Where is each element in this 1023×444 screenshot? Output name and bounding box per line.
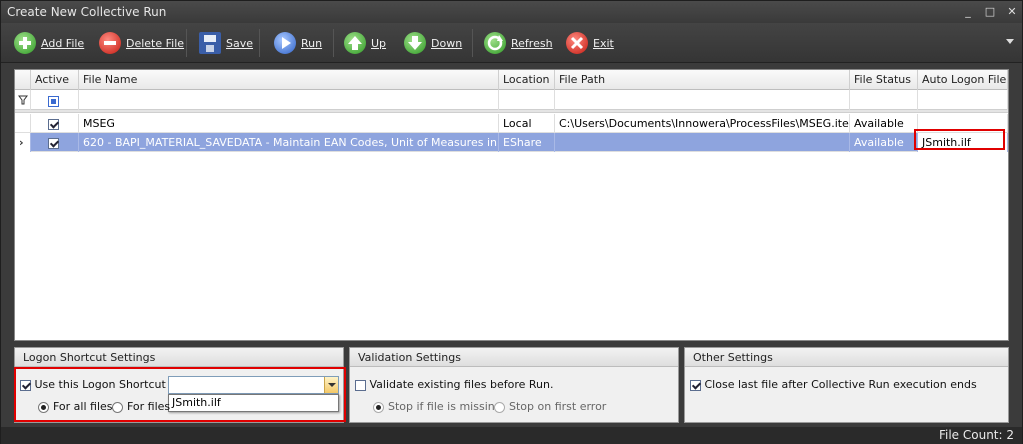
floppy-disk-icon bbox=[199, 32, 221, 54]
exit-button[interactable]: Exit bbox=[566, 30, 614, 56]
filter-icon[interactable] bbox=[15, 90, 31, 110]
row-location: Local bbox=[499, 114, 555, 133]
radio-stop-error-button[interactable] bbox=[494, 401, 505, 413]
close-window-button[interactable]: ✕ bbox=[1001, 1, 1023, 23]
highlight-logon-settings bbox=[14, 367, 346, 422]
up-label: Up bbox=[371, 36, 387, 50]
window-title: Create New Collective Run bbox=[7, 5, 167, 19]
col-header-location[interactable]: Location bbox=[499, 70, 555, 90]
table-row[interactable]: MSEG Local C:\Users\Documents\Innowera\P… bbox=[15, 114, 1008, 133]
validate-option[interactable]: Validate existing files before Run. bbox=[355, 378, 553, 391]
delete-icon bbox=[99, 32, 121, 54]
down-label: Down bbox=[431, 36, 463, 50]
radio-stop-missing[interactable]: Stop if file is missing bbox=[373, 400, 502, 413]
run-button[interactable]: Run bbox=[274, 30, 322, 56]
filter-location[interactable] bbox=[499, 90, 555, 110]
title-bar: Create New Collective Run bbox=[1, 1, 1022, 23]
col-header-active[interactable]: Active bbox=[31, 70, 79, 90]
toolbar: Add File Delete File Save Run Up Down Re… bbox=[1, 23, 1022, 63]
arrow-down-icon bbox=[404, 32, 426, 54]
grid-header: Active File Name Location File Path File… bbox=[15, 70, 1008, 90]
refresh-icon bbox=[484, 32, 506, 54]
close-last-file-label: Close last file after Collective Run exe… bbox=[704, 378, 977, 391]
row-file-name: MSEG bbox=[79, 114, 499, 133]
minimize-button[interactable]: _ bbox=[957, 1, 979, 23]
status-bar: File Count: 2 bbox=[1, 427, 1022, 444]
save-button[interactable]: Save bbox=[199, 30, 253, 56]
row-file-status: Available bbox=[850, 133, 918, 152]
up-button[interactable]: Up bbox=[344, 30, 386, 56]
refresh-label: Refresh bbox=[511, 36, 553, 50]
play-icon bbox=[274, 32, 296, 54]
col-header-file-name[interactable]: File Name bbox=[79, 70, 499, 90]
add-file-button[interactable]: Add File bbox=[14, 30, 84, 56]
toolbar-overflow-icon[interactable] bbox=[1006, 39, 1014, 44]
validate-checkbox[interactable] bbox=[355, 379, 366, 391]
close-last-file-option[interactable]: Close last file after Collective Run exe… bbox=[690, 378, 977, 391]
delete-file-label: Delete File bbox=[126, 36, 185, 50]
radio-stop-missing-label: Stop if file is missing bbox=[388, 400, 502, 413]
row-file-name: 620 - BAPI_MATERIAL_SAVEDATA - Maintain … bbox=[79, 133, 499, 152]
col-header-auto-logon-file[interactable]: Auto Logon File bbox=[918, 70, 1008, 90]
add-icon bbox=[14, 32, 36, 54]
table-row-selected[interactable]: › 620 - BAPI_MATERIAL_SAVEDATA - Maintai… bbox=[15, 133, 1008, 152]
maximize-button[interactable]: □ bbox=[979, 1, 1001, 23]
filter-file-status[interactable] bbox=[850, 90, 918, 110]
down-button[interactable]: Down bbox=[404, 30, 462, 56]
refresh-button[interactable]: Refresh bbox=[484, 30, 553, 56]
delete-file-button[interactable]: Delete File bbox=[99, 30, 184, 56]
radio-stop-error[interactable]: Stop on first error bbox=[494, 400, 606, 413]
row-active-checkbox[interactable] bbox=[48, 118, 59, 130]
row-file-path: C:\Users\Documents\Innowera\ProcessFiles… bbox=[555, 114, 850, 133]
row-indicator-icon: › bbox=[15, 133, 31, 152]
filter-file-path[interactable] bbox=[555, 90, 850, 110]
panel-title: Other Settings bbox=[685, 348, 1008, 367]
highlight-auto-logon-cell bbox=[914, 129, 1005, 150]
collective-run-window: Create New Collective Run _ □ ✕ Add File… bbox=[0, 0, 1023, 444]
row-file-path bbox=[555, 133, 850, 152]
row-location: EShare bbox=[499, 133, 555, 152]
panel-title: Validation Settings bbox=[350, 348, 678, 367]
validate-label: Validate existing files before Run. bbox=[369, 378, 554, 391]
arrow-up-icon bbox=[344, 32, 366, 54]
file-grid: Active File Name Location File Path File… bbox=[14, 69, 1009, 341]
col-header-file-status[interactable]: File Status bbox=[850, 70, 918, 90]
run-label: Run bbox=[301, 36, 323, 50]
radio-stop-missing-button[interactable] bbox=[373, 401, 384, 413]
exit-label: Exit bbox=[593, 36, 614, 50]
radio-stop-error-label: Stop on first error bbox=[509, 400, 607, 413]
filter-auto-logon[interactable] bbox=[918, 90, 1008, 110]
filter-file-name[interactable] bbox=[79, 90, 499, 110]
row-file-status: Available bbox=[850, 114, 918, 133]
file-count: File Count: 2 bbox=[938, 428, 1014, 442]
add-file-label: Add File bbox=[41, 36, 85, 50]
save-label: Save bbox=[226, 36, 254, 50]
close-icon bbox=[566, 32, 588, 54]
filter-row bbox=[15, 90, 1008, 110]
close-last-file-checkbox[interactable] bbox=[690, 379, 701, 391]
panel-title: Logon Shortcut Settings bbox=[15, 348, 343, 367]
row-active-checkbox[interactable] bbox=[48, 137, 59, 149]
filter-active-checkbox[interactable] bbox=[48, 95, 59, 107]
col-header-file-path[interactable]: File Path bbox=[555, 70, 850, 90]
